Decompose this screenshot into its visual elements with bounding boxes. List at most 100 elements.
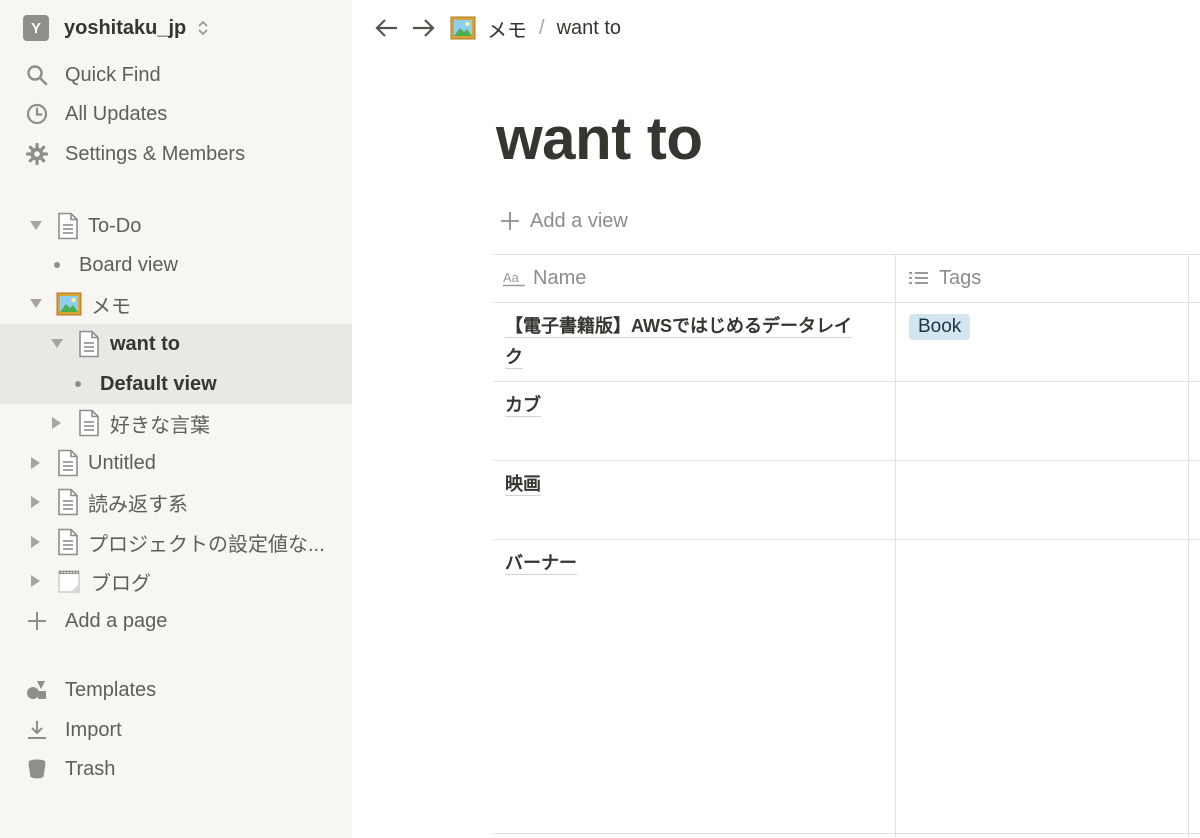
framed-picture-icon: [450, 16, 476, 40]
sidebar-item-quick-find[interactable]: Quick Find: [0, 55, 352, 95]
sidebar-item-label: プロジェクトの設定値な...: [88, 533, 325, 556]
breadcrumb-separator: /: [539, 16, 545, 39]
sidebar-item-all-updates[interactable]: All Updates: [0, 94, 352, 134]
sidebar-item-label: want to: [110, 332, 180, 355]
add-view-label: Add a view: [530, 209, 628, 232]
breadcrumb: メモ / want to: [450, 14, 621, 43]
gear-icon: [25, 142, 49, 166]
sidebar-item-favorite-words[interactable]: 好きな言葉: [0, 403, 352, 443]
column-header-label: Name: [533, 266, 587, 289]
table-border: [493, 460, 1200, 461]
sidebar-item-label: Board view: [79, 253, 178, 276]
tag-badge[interactable]: Book: [909, 314, 971, 340]
column-header-name[interactable]: Aa Name: [503, 254, 586, 302]
sidebar-item-label: Untitled: [88, 451, 156, 474]
workspace-name: yoshitaku_jp: [64, 16, 187, 39]
sidebar-item-board-view[interactable]: Board view: [0, 245, 352, 285]
sidebar-item-label: Settings & Members: [65, 142, 246, 165]
plus-icon: [501, 212, 519, 230]
page-title[interactable]: want to: [496, 104, 703, 173]
bullet-icon: [54, 262, 60, 268]
clock-icon: [26, 103, 48, 125]
table-row[interactable]: 【電子書籍版】AWSではじめるデータレイ ク: [505, 311, 875, 373]
sidebar-item-label: To-Do: [88, 214, 142, 237]
row-name-line: 【電子書籍版】AWSではじめるデータレイ: [505, 316, 852, 338]
sidebar-item-blog[interactable]: ブログ: [0, 561, 352, 601]
plus-icon: [28, 612, 46, 630]
arrow-left-icon: [375, 19, 397, 37]
sidebar-item-trash[interactable]: Trash: [0, 749, 352, 789]
search-icon: [27, 65, 48, 86]
table-border: [493, 254, 1200, 255]
sidebar-item-label: メモ: [91, 295, 131, 318]
column-divider: [1188, 254, 1189, 838]
column-divider: [895, 254, 896, 838]
expand-toggle-icon[interactable]: [47, 334, 67, 354]
table-border: [493, 539, 1200, 540]
sidebar-item-settings[interactable]: Settings & Members: [0, 134, 352, 174]
collapse-toggle-icon[interactable]: [47, 413, 67, 433]
add-view-button[interactable]: Add a view: [500, 206, 628, 236]
table-border: [493, 381, 1200, 382]
sidebar-item-label: Import: [65, 718, 122, 741]
sidebar-item-untitled[interactable]: Untitled: [0, 443, 352, 483]
sidebar-item-memo[interactable]: メモ: [0, 284, 352, 324]
sidebar-item-label: All Updates: [65, 102, 168, 125]
sidebar-item-label: Templates: [65, 678, 157, 701]
trash-icon: [28, 759, 46, 779]
arrow-right-icon: [413, 19, 435, 37]
bullet-icon: [75, 381, 81, 387]
row-name-line: 映画: [505, 474, 541, 496]
row-name-line: カブ: [505, 395, 541, 417]
breadcrumb-item-want-to[interactable]: want to: [557, 17, 621, 40]
collapse-toggle-icon[interactable]: [26, 492, 46, 512]
add-page-label: Add a page: [65, 609, 168, 632]
sidebar-item-todo[interactable]: To-Do: [0, 206, 352, 246]
column-header-label: Tags: [939, 266, 982, 289]
page-icon: [58, 212, 78, 240]
collapse-toggle-icon[interactable]: [26, 571, 46, 591]
page-icon: [58, 488, 78, 516]
column-header-tags[interactable]: Tags: [909, 254, 981, 302]
forward-button[interactable]: [408, 13, 438, 43]
sidebar-item-label: Default view: [100, 372, 217, 395]
back-button[interactable]: [372, 13, 402, 43]
page-icon: [58, 449, 78, 477]
collapse-toggle-icon[interactable]: [26, 453, 46, 473]
table-border: [493, 302, 1200, 303]
topbar: メモ / want to: [352, 0, 1200, 56]
svg-text:Aa: Aa: [503, 270, 520, 285]
expand-toggle-icon[interactable]: [26, 216, 46, 236]
sidebar-item-label: Trash: [65, 757, 116, 780]
sidebar-item-default-view[interactable]: Default view: [0, 364, 352, 404]
add-page-button[interactable]: Add a page: [0, 601, 352, 641]
text-property-icon: Aa: [503, 270, 525, 287]
list-property-icon: [909, 272, 928, 284]
table-row[interactable]: 映画: [505, 469, 875, 500]
page-icon: [79, 409, 99, 437]
table-row[interactable]: カブ: [505, 390, 875, 421]
table-border: [493, 833, 1200, 834]
sidebar-item-label: Quick Find: [65, 63, 161, 86]
chevron-updown-icon: [198, 20, 208, 36]
sidebar-item-reread[interactable]: 読み返す系: [0, 482, 352, 522]
workspace-switcher[interactable]: Y yoshitaku_jp: [23, 14, 210, 42]
sidebar-item-label: 好きな言葉: [110, 414, 210, 437]
collapse-toggle-icon[interactable]: [26, 532, 46, 552]
sidebar-item-want-to[interactable]: want to: [0, 324, 352, 364]
page-icon: [79, 330, 99, 358]
sidebar-item-label: ブログ: [91, 572, 151, 595]
sidebar-item-project-settings[interactable]: プロジェクトの設定値な...: [0, 522, 352, 562]
breadcrumb-item-memo[interactable]: メモ: [487, 14, 527, 43]
expand-toggle-icon[interactable]: [26, 294, 46, 314]
sidebar-item-import[interactable]: Import: [0, 710, 352, 750]
row-name-line: バーナー: [505, 553, 577, 575]
table-row[interactable]: バーナー: [505, 548, 875, 579]
sidebar: Y yoshitaku_jp Quick Find All Updates Se…: [0, 0, 352, 838]
import-icon: [28, 721, 46, 739]
workspace-avatar: Y: [23, 15, 49, 41]
page-icon: [58, 528, 78, 556]
sidebar-item-templates[interactable]: Templates: [0, 670, 352, 710]
sidebar-item-label: 読み返す系: [88, 493, 188, 516]
row-name-line: ク: [505, 347, 523, 369]
